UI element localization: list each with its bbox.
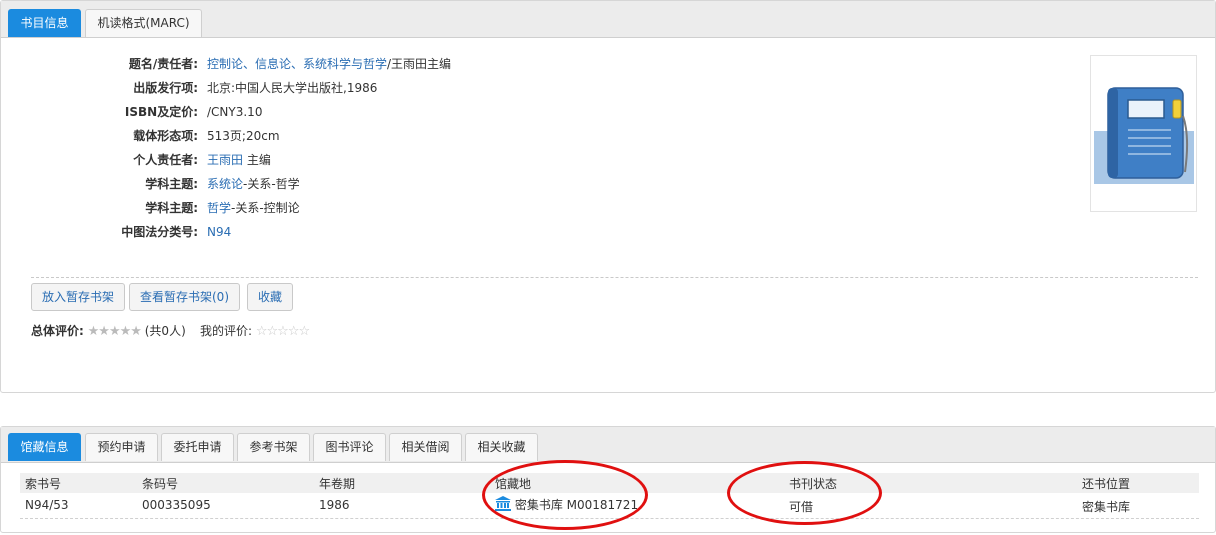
bibliographic-panel: 书目信息 机读格式(MARC) 题名/责任者: 控制论、信息论、系统科学与哲学/… (0, 0, 1216, 393)
field-value: /CNY3.10 (207, 105, 263, 119)
field-author: 个人责任者: 王雨田 主编 (1, 150, 1216, 170)
field-label: 题名/责任者: (128, 57, 198, 71)
title-link[interactable]: 控制论、信息论、系统科学与哲学 (207, 57, 387, 71)
field-label: 中图法分类号: (121, 225, 198, 239)
tab-holdings[interactable]: 馆藏信息 (8, 433, 81, 461)
field-value: 主编 (243, 153, 271, 167)
subject-link[interactable]: 哲学 (207, 201, 231, 215)
rating-count: (共0人) (144, 324, 186, 338)
field-subject-1: 学科主题: 系统论-关系-哲学 (1, 174, 1216, 194)
book-cover-icon (1094, 87, 1194, 184)
column-header: 还书位置 (1082, 477, 1131, 491)
star-icon: ★★★★★ (87, 324, 142, 339)
book-cover-icon (1090, 55, 1197, 212)
view-shelf-button[interactable]: 查看暂存书架(0) (129, 283, 240, 311)
favorite-button[interactable]: 收藏 (247, 283, 294, 311)
barcode-cell: 000335095 (142, 498, 211, 512)
column-header: 索书号 (25, 477, 62, 491)
field-value: -关系-哲学 (243, 177, 300, 191)
tab-reference-shelf[interactable]: 参考书架 (237, 433, 310, 461)
field-value: -关系-控制论 (231, 201, 300, 215)
field-value: 北京:中国人民大学出版社,1986 (207, 81, 378, 95)
tab-related-loans[interactable]: 相关借阅 (389, 433, 462, 461)
field-label: 学科主题: (145, 201, 198, 215)
call-number-cell: N94/53 (25, 498, 69, 512)
field-label: 载体形态项: (133, 129, 198, 143)
subject-link[interactable]: 系统论 (207, 177, 243, 191)
field-label: 个人责任者: (133, 153, 198, 167)
classification-link[interactable]: N94 (207, 225, 231, 239)
my-rating-label: 我的评价: (200, 324, 253, 338)
field-publication: 出版发行项: 北京:中国人民大学出版社,1986 (1, 78, 1216, 98)
year-volume-cell: 1986 (319, 498, 350, 512)
field-label: ISBN及定价: (124, 105, 198, 119)
tab-bibliographic-info[interactable]: 书目信息 (8, 9, 81, 37)
bottom-tab-bar: 馆藏信息 预约申请 委托申请 参考书架 图书评论 相关借阅 相关收藏 (1, 427, 1215, 463)
tab-marc[interactable]: 机读格式(MARC) (85, 9, 202, 37)
field-classification: 中图法分类号: N94 (1, 222, 1216, 242)
return-location-cell: 密集书库 (1082, 500, 1131, 514)
field-label: 学科主题: (145, 177, 198, 191)
field-physical: 载体形态项: 513页;20cm (1, 126, 1216, 146)
add-to-shelf-button[interactable]: 放入暂存书架 (31, 283, 126, 311)
field-value: 513页;20cm (207, 129, 280, 143)
highlight-circle (482, 460, 648, 530)
field-value: /王雨田主编 (387, 57, 452, 71)
tab-related-favorites[interactable]: 相关收藏 (465, 433, 538, 461)
column-header: 条码号 (142, 477, 179, 491)
field-subject-2: 学科主题: 哲学-关系-控制论 (1, 198, 1216, 218)
star-icon[interactable]: ☆☆☆☆☆ (256, 324, 310, 339)
overall-rating-label: 总体评价: (31, 324, 84, 338)
tab-reservation[interactable]: 预约申请 (85, 433, 158, 461)
field-isbn: ISBN及定价: /CNY3.10 (1, 102, 1216, 122)
column-header: 年卷期 (319, 477, 356, 491)
overall-rating: 总体评价: ★★★★★ (共0人) (31, 322, 186, 340)
author-link[interactable]: 王雨田 (207, 153, 243, 167)
highlight-circle (727, 461, 882, 525)
field-title: 题名/责任者: 控制论、信息论、系统科学与哲学/王雨田主编 (1, 54, 1216, 74)
tab-delegation[interactable]: 委托申请 (161, 433, 234, 461)
my-rating: 我的评价: ☆☆☆☆☆ (200, 322, 310, 340)
tab-book-reviews[interactable]: 图书评论 (313, 433, 386, 461)
divider (31, 277, 1198, 278)
field-label: 出版发行项: (133, 81, 198, 95)
top-tab-bar: 书目信息 机读格式(MARC) (1, 1, 1215, 38)
